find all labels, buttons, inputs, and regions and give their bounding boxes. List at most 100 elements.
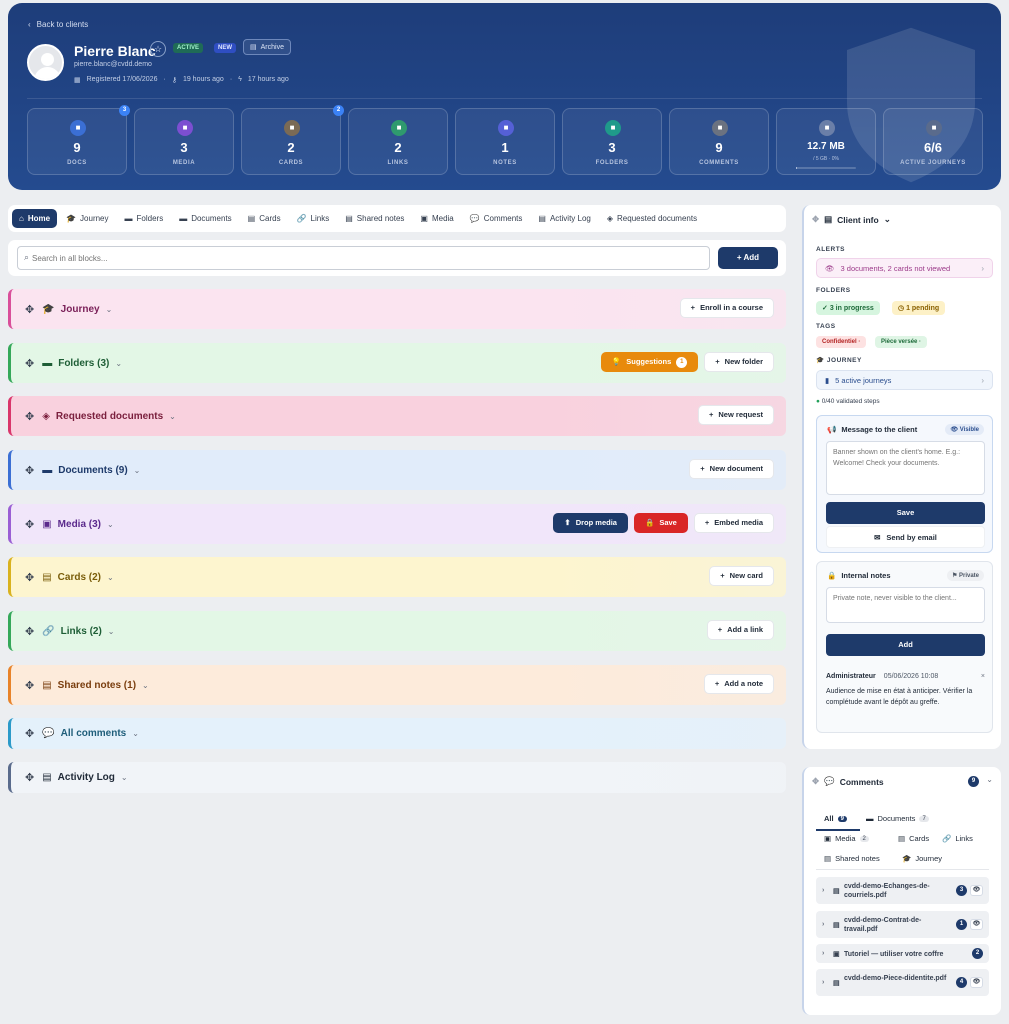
drag-handle-icon[interactable]: ✥ — [25, 464, 34, 477]
tab-media[interactable]: ▣ Media — [413, 209, 460, 228]
back-to-clients-link[interactable]: ‹ Back to clients — [28, 20, 88, 29]
message-textarea[interactable] — [826, 441, 985, 495]
chevron-down-icon[interactable]: ⌄ — [134, 466, 141, 475]
new-card-button[interactable]: + New card — [709, 566, 774, 586]
send-by-email-button[interactable]: ✉ Send by email — [826, 526, 985, 548]
embed-media-button[interactable]: + Embed media — [693, 513, 774, 533]
comment-thread-item[interactable]: › ▤ cvdd-demo-Contrat-de-travail.pdf 1 👁 — [816, 911, 989, 938]
stat-card-docs[interactable]: ■ 9 DOCS 3 — [27, 105, 130, 175]
tab-activity-log[interactable]: ▤ Activity Log — [531, 209, 597, 228]
chevron-right-icon[interactable]: › — [822, 921, 824, 928]
eye-icon[interactable]: 👁 — [970, 885, 983, 896]
tab-folders[interactable]: ▬ Folders — [118, 209, 171, 228]
suggestions-button[interactable]: 💡 Suggestions 1 — [600, 352, 699, 372]
block-title[interactable]: Folders (3) — [58, 358, 109, 369]
stat-card-notes[interactable]: ■ 1 NOTES — [455, 108, 555, 175]
block-title[interactable]: All comments — [61, 728, 127, 739]
save-media-button[interactable]: 🔒 Save — [633, 513, 688, 533]
stat-card-cards[interactable]: ■ 2 CARDS 2 — [241, 105, 344, 175]
stat-card-folders[interactable]: ■ 3 FOLDERS — [562, 108, 662, 175]
drag-handle-icon[interactable]: ✥ — [25, 571, 34, 584]
new-document-button[interactable]: + New document — [689, 459, 774, 479]
tab-shared-notes[interactable]: ▤ Shared notes — [338, 209, 411, 228]
block-title[interactable]: Shared notes (1) — [58, 680, 136, 691]
stat-card-comments[interactable]: ■ 9 COMMENTS — [669, 108, 769, 175]
tab-documents[interactable]: ▬ Documents — [172, 209, 238, 228]
chevron-down-icon[interactable]: ⌄ — [132, 729, 139, 738]
new-request-button[interactable]: + New request — [698, 405, 774, 425]
block-title[interactable]: Links (2) — [61, 626, 102, 637]
drag-handle-icon[interactable]: ✥ — [25, 518, 34, 531]
stat-card-links[interactable]: ■ 2 LINKS — [348, 108, 448, 175]
stat-card-storage[interactable]: ■ 12.7 MB/ 5 GB · 0% — [776, 108, 876, 175]
comments-tab-cards[interactable]: ▤ Cards — [898, 834, 929, 843]
stat-card-media[interactable]: ■ 3 MEDIA — [134, 108, 234, 175]
comment-thread-item[interactable]: › ▤ cvdd-demo-Piece-didentite.pdf 4 👁 — [816, 969, 989, 996]
block-title[interactable]: Activity Log — [58, 772, 115, 783]
chevron-down-icon[interactable]: ⌄ — [107, 520, 114, 529]
block-title[interactable]: Media (3) — [58, 519, 101, 530]
chevron-down-icon[interactable]: ⌄ — [142, 681, 149, 690]
client-info-header[interactable]: ✥ ▤ Client info ⌄ — [812, 214, 891, 225]
in-progress-badge[interactable]: ✓ 3 in progress — [816, 301, 880, 315]
drag-handle-icon[interactable]: ✥ — [812, 214, 819, 225]
chevron-right-icon[interactable]: › — [822, 950, 824, 957]
comments-tab-links[interactable]: 🔗 Links — [942, 834, 973, 843]
add-button[interactable]: + Add — [718, 247, 778, 269]
eye-icon[interactable]: 👁 — [970, 919, 983, 930]
new-folder-button[interactable]: + New folder — [704, 352, 774, 372]
stat-card-active-journeys[interactable]: ■ 6/6 ACTIVE JOURNEYS — [883, 108, 983, 175]
chevron-down-icon[interactable]: ⌄ — [169, 412, 176, 421]
comments-tab-shared-notes[interactable]: ▤ Shared notes — [824, 854, 880, 863]
chevron-right-icon[interactable]: › — [822, 887, 824, 894]
save-message-button[interactable]: Save — [826, 502, 985, 524]
drag-handle-icon[interactable]: ✥ — [812, 776, 819, 787]
add-a-note-button[interactable]: + Add a note — [703, 674, 774, 694]
drop-media-button[interactable]: ⬆ Drop media — [553, 513, 628, 533]
add-a-link-button[interactable]: + Add a link — [706, 620, 774, 640]
tab-requested-documents[interactable]: ◈ Requested documents — [600, 209, 704, 228]
tab-home[interactable]: ⌂ Home — [12, 209, 58, 228]
chevron-down-icon[interactable]: ⌄ — [986, 775, 993, 784]
enroll-in-a-course-button[interactable]: + Enroll in a course — [679, 298, 774, 318]
tab-journey[interactable]: 🎓 Journey — [59, 209, 115, 228]
comments-tab-media[interactable]: ▣ Media 2 — [824, 834, 869, 843]
add-note-button[interactable]: Add — [826, 634, 985, 656]
comments-header[interactable]: ✥ 💬 Comments — [812, 776, 884, 787]
chevron-down-icon[interactable]: ⌄ — [121, 773, 128, 782]
drag-handle-icon[interactable]: ✥ — [25, 625, 34, 638]
tag-piece-versee[interactable]: Pièce versée · — [875, 336, 928, 348]
delete-note-icon[interactable]: × — [981, 673, 985, 680]
archive-button[interactable]: ▤ Archive — [243, 39, 291, 55]
comments-tab-documents[interactable]: ▬ Documents 7 — [866, 814, 929, 823]
comments-tab-all[interactable]: All 9 — [824, 814, 847, 823]
tab-links[interactable]: 🔗 Links — [290, 209, 337, 228]
block-title[interactable]: Journey — [61, 304, 100, 315]
drag-handle-icon[interactable]: ✥ — [25, 679, 34, 692]
journeys-row[interactable]: ▮ 5 active journeys › — [816, 370, 993, 390]
eye-icon[interactable]: 👁 — [970, 977, 983, 988]
comments-tab-journey[interactable]: 🎓 Journey — [902, 854, 942, 863]
block-title[interactable]: Requested documents — [56, 411, 163, 422]
comment-thread-item[interactable]: › ▤ cvdd-demo-Echanges-de-courriels.pdf 3 👁 — [816, 877, 989, 904]
tab-cards[interactable]: ▤ Cards — [241, 209, 288, 228]
drag-handle-icon[interactable]: ✥ — [25, 771, 34, 784]
favorite-star-icon[interactable]: ☆ — [150, 41, 166, 57]
search-input[interactable] — [17, 246, 710, 270]
drag-handle-icon[interactable]: ✥ — [25, 410, 34, 423]
drag-handle-icon[interactable]: ✥ — [25, 727, 34, 740]
drag-handle-icon[interactable]: ✥ — [25, 357, 34, 370]
pending-badge[interactable]: ◷ 1 pending — [892, 301, 946, 315]
block-title[interactable]: Documents (9) — [58, 465, 127, 476]
tag-confidentiel[interactable]: Confidentiel · — [816, 336, 867, 348]
chevron-down-icon[interactable]: ⌄ — [108, 627, 115, 636]
tab-comments[interactable]: 💬 Comments — [463, 209, 530, 228]
chevron-down-icon[interactable]: ⌄ — [106, 305, 113, 314]
chevron-down-icon[interactable]: ⌄ — [115, 359, 122, 368]
drag-handle-icon[interactable]: ✥ — [25, 303, 34, 316]
chevron-down-icon[interactable]: ⌄ — [107, 573, 114, 582]
chevron-right-icon[interactable]: › — [822, 979, 824, 986]
alerts-row[interactable]: 👁 3 documents, 2 cards not viewed › — [816, 258, 993, 278]
note-textarea[interactable] — [826, 587, 985, 623]
comment-thread-item[interactable]: › ▣ Tutoriel — utiliser votre coffre 2 — [816, 944, 989, 963]
